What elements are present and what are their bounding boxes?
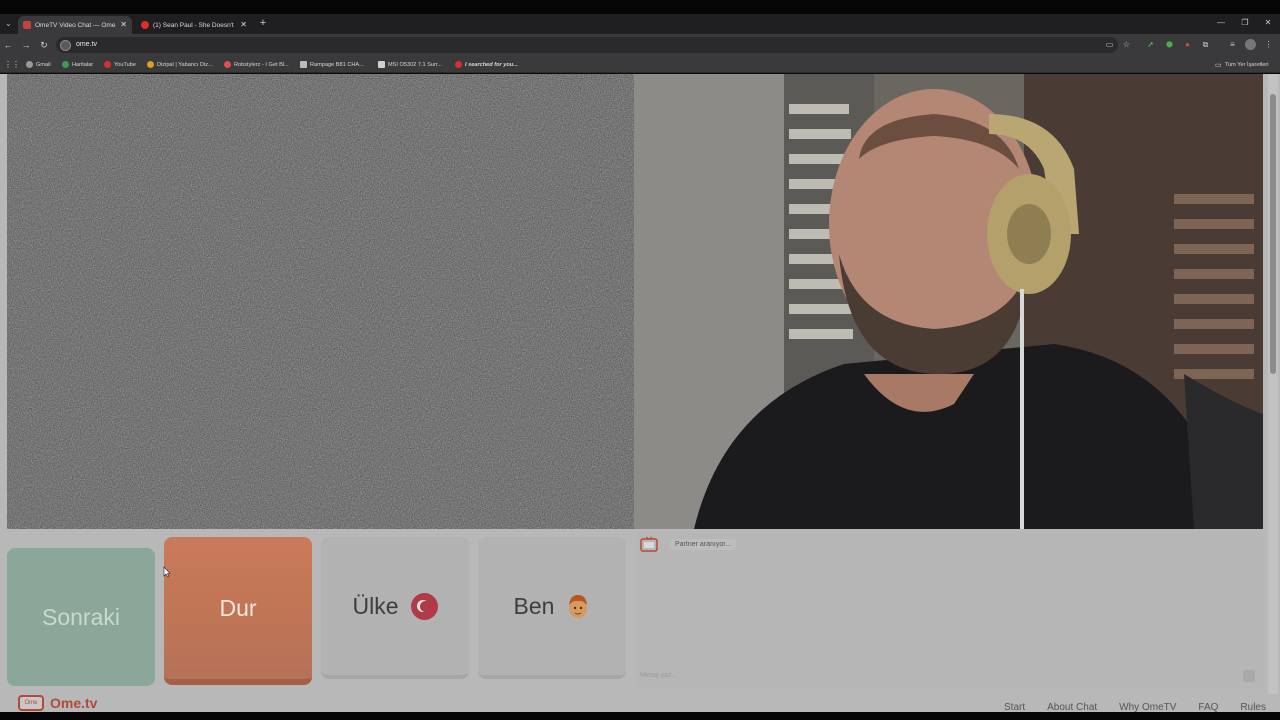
system-message: Partner aranıyor...	[640, 536, 737, 552]
message-input[interactable]: Mesaj yaz...	[640, 672, 677, 679]
tab-youtube[interactable]: (1) Sean Paul - She Doesn't Mi ✕	[136, 16, 252, 34]
extension-arrow-icon[interactable]: ➚	[1145, 39, 1156, 50]
gmail-icon	[26, 61, 33, 68]
screen-top-bar	[0, 0, 1280, 14]
close-icon[interactable]: ✕	[120, 21, 127, 29]
site-footer: Ome Ome.tv Start About Chat Why OmeTV FA…	[0, 694, 1280, 712]
tab-title: (1) Sean Paul - She Doesn't Mi	[153, 21, 237, 29]
ometv-page: Sonraki Dur Ülke Ben Partner aranıyor...…	[0, 74, 1280, 712]
close-icon[interactable]: ✕	[240, 21, 247, 29]
bookmarks-bar: ⋮⋮ Gmail Haritalar YouTube Dizipal | Yab…	[0, 56, 1280, 73]
tab-search-chevron-icon[interactable]: ⌄	[2, 17, 15, 31]
stop-button[interactable]: Dur	[164, 537, 312, 685]
bookmark-rampage[interactable]: Rampage B81 CHA...	[300, 59, 364, 70]
all-bookmarks[interactable]: ▭ Tüm Yer İşaretleri	[1215, 59, 1268, 70]
footer-link-start[interactable]: Start	[1004, 702, 1025, 712]
new-tab-plus-icon[interactable]: +	[256, 16, 270, 30]
footer-nav: Start About Chat Why OmeTV FAQ Rules	[1004, 702, 1266, 712]
profile-avatar-icon[interactable]	[1245, 39, 1256, 50]
apps-grid-icon[interactable]: ⋮⋮	[4, 59, 20, 70]
next-button-label: Sonraki	[42, 604, 120, 630]
youtube-icon	[455, 61, 462, 68]
ometv-logo[interactable]: Ome Ome.tv	[18, 695, 97, 711]
tab-ometv[interactable]: OmeTV Video Chat — Ome ✕	[18, 16, 132, 34]
address-bar[interactable]: ome.tv	[56, 37, 1118, 53]
next-button[interactable]: Sonraki	[7, 548, 155, 686]
tab-search-icon[interactable]: ≡	[1227, 39, 1238, 50]
webcam-scene-image	[634, 74, 1263, 529]
bookmark-gmail[interactable]: Gmail	[26, 59, 51, 70]
footer-link-rules[interactable]: Rules	[1240, 702, 1266, 712]
bookmark-label: YouTube	[114, 61, 136, 68]
me-settings-button[interactable]: Ben	[478, 537, 626, 679]
record-extension-icon[interactable]: ●	[1182, 39, 1193, 50]
turkey-flag-icon	[410, 592, 438, 620]
country-filter-button[interactable]: Ülke	[321, 537, 469, 679]
chat-panel: Partner aranıyor... Mesaj yaz...	[636, 532, 1263, 688]
back-arrow-icon[interactable]: ←	[2, 39, 14, 51]
bookmark-msi[interactable]: MSI O5302 7.1 Surr...	[378, 59, 442, 70]
logo-text: Ome.tv	[50, 695, 98, 711]
youtube-favicon-icon	[141, 21, 149, 29]
bookmark-label: Haritalar	[72, 61, 94, 68]
bookmark-label: Rampage B81 CHA...	[310, 61, 364, 68]
boy-avatar-icon	[566, 593, 590, 619]
searching-partner-text: Partner aranıyor...	[670, 538, 737, 550]
window-close-icon[interactable]: ✕	[1261, 17, 1275, 29]
footer-link-about-chat[interactable]: About Chat	[1047, 702, 1097, 712]
youtube-icon	[224, 61, 231, 68]
folder-icon: ▭	[1215, 61, 1222, 69]
footer-link-why-ometv[interactable]: Why OmeTV	[1119, 702, 1176, 712]
tab-strip: ⌄ OmeTV Video Chat — Ome ✕ (1) Sean Paul…	[0, 14, 1280, 34]
bookmark-label: Gmail	[36, 61, 51, 68]
browser-toolbar: ← → ↻ ome.tv ▭ ☆ ➚ ⬢ ● ⧉ ≡ ⋮	[0, 34, 1280, 56]
bookmark-dizipal[interactable]: Dizipal | Yabancı Diz...	[147, 59, 213, 70]
all-bookmarks-label: Tüm Yer İşaretleri	[1224, 61, 1269, 68]
shield-extension-icon[interactable]: ⬢	[1164, 39, 1175, 50]
bookmark-label: I searched for you...	[465, 61, 518, 68]
mouse-pointer-icon	[163, 566, 171, 578]
menu-kebab-icon[interactable]: ⋮	[1263, 39, 1274, 50]
page-scrollbar-thumb[interactable]	[1270, 94, 1276, 374]
country-button-label: Ülke	[352, 593, 399, 619]
maps-icon	[62, 61, 69, 68]
url-text: ome.tv	[76, 41, 98, 48]
extensions-puzzle-icon[interactable]: ⧉	[1200, 39, 1211, 50]
tv-icon	[640, 536, 658, 552]
cast-icon[interactable]: ▭	[1104, 39, 1115, 50]
bookmark-label: MSI O5302 7.1 Surr...	[388, 61, 443, 68]
stop-button-label: Dur	[219, 595, 257, 621]
minimize-icon[interactable]: —	[1214, 17, 1228, 29]
partner-video-static	[7, 74, 634, 529]
bookmark-youtube[interactable]: YouTube	[104, 59, 136, 70]
reload-icon[interactable]: ↻	[38, 39, 50, 51]
restore-icon[interactable]: ❐	[1238, 17, 1252, 29]
site-info-icon[interactable]	[60, 40, 71, 51]
ometv-favicon-icon	[23, 21, 31, 29]
logo-box-icon: Ome	[18, 695, 44, 711]
screen-bottom-bar	[0, 712, 1280, 720]
forward-arrow-icon[interactable]: →	[20, 39, 32, 51]
rampage-icon	[300, 61, 307, 68]
footer-link-faq[interactable]: FAQ	[1198, 702, 1218, 712]
youtube-icon	[104, 61, 111, 68]
bookmark-label: Robstylerz - I Get Bl...	[234, 61, 289, 68]
tab-title: OmeTV Video Chat — Ome	[35, 21, 116, 29]
dizipal-icon	[147, 61, 154, 68]
bookmark-star-icon[interactable]: ☆	[1121, 39, 1132, 50]
bookmark-maps[interactable]: Haritalar	[62, 59, 93, 70]
bookmark-robstylerz[interactable]: Robstylerz - I Get Bl...	[224, 59, 289, 70]
msi-icon	[378, 61, 385, 68]
me-button-label: Ben	[513, 593, 555, 619]
bookmark-label: Dizipal | Yabancı Diz...	[157, 61, 213, 68]
send-icon[interactable]	[1243, 670, 1255, 682]
self-webcam-video	[634, 74, 1263, 529]
bookmark-searched[interactable]: I searched for you...	[455, 59, 518, 70]
